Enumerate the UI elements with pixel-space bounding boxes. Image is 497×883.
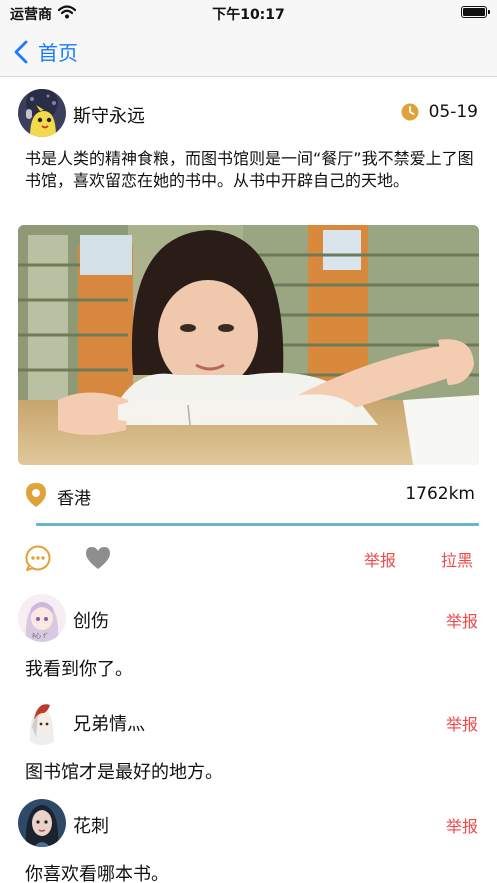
status-time: 下午10:17 — [212, 7, 285, 23]
svg-text:ﾀ心 ｸﾞ: ﾀ心 ｸﾞ — [32, 633, 49, 640]
commenter-name[interactable]: 花刺 — [73, 812, 109, 838]
chevron-left-icon — [14, 40, 28, 63]
back-label: 首页 — [38, 41, 78, 65]
author-name[interactable]: 斯守永远 — [73, 102, 145, 128]
status-bar: 运营商 下午10:17 — [0, 0, 497, 26]
comment-text: 我看到你了。 — [25, 659, 133, 680]
location-name: 香港 — [57, 489, 91, 509]
location-pin-icon — [26, 483, 46, 507]
comment-bubble-icon[interactable] — [25, 545, 51, 571]
comment-report-button[interactable]: 举报 — [446, 711, 478, 735]
comment-text: 你喜欢看哪本书。 — [25, 864, 169, 883]
post-date: 05-19 — [401, 102, 478, 122]
comment-item: 兄弟情灬 举报 图书馆才是最好的地方。 — [18, 697, 478, 793]
post-header: 斯守永远 05-19 — [18, 89, 478, 137]
battery-icon — [461, 6, 490, 18]
location-row: 香港 1762km — [25, 482, 475, 509]
comment-item: 花刺 举报 你喜欢看哪本书。 — [18, 799, 478, 883]
commenter-avatar[interactable] — [18, 799, 66, 847]
back-button[interactable]: 首页 — [14, 37, 78, 66]
author-avatar[interactable] — [18, 89, 66, 137]
heart-icon[interactable] — [85, 546, 111, 570]
comment-report-button[interactable]: 举报 — [446, 813, 478, 837]
post-photo[interactable] — [18, 225, 479, 465]
block-button[interactable]: 拉黑 — [441, 547, 473, 571]
commenter-name[interactable]: 兄弟情灬 — [73, 710, 145, 736]
date-text: 05-19 — [428, 102, 478, 122]
navigation-bar: 首页 — [0, 26, 497, 77]
divider-line — [36, 523, 479, 526]
commenter-avatar[interactable] — [18, 697, 66, 745]
comment-item: ﾀ心 ｸﾞ 创伤 举报 我看到你了。 — [18, 594, 478, 690]
clock-icon — [401, 103, 419, 121]
distance-text: 1762km — [405, 484, 475, 504]
report-button[interactable]: 举报 — [364, 547, 396, 571]
comment-text: 图书馆才是最好的地方。 — [25, 762, 223, 783]
commenter-name[interactable]: 创伤 — [73, 607, 109, 633]
commenter-avatar[interactable]: ﾀ心 ｸﾞ — [18, 594, 66, 642]
post-actions: 举报 拉黑 — [25, 543, 473, 573]
comment-report-button[interactable]: 举报 — [446, 608, 478, 632]
post-body-text: 书是人类的精神食粮，而图书馆则是一间“餐厅”我不禁爱上了图书馆，喜欢留恋在她的书… — [25, 149, 474, 190]
